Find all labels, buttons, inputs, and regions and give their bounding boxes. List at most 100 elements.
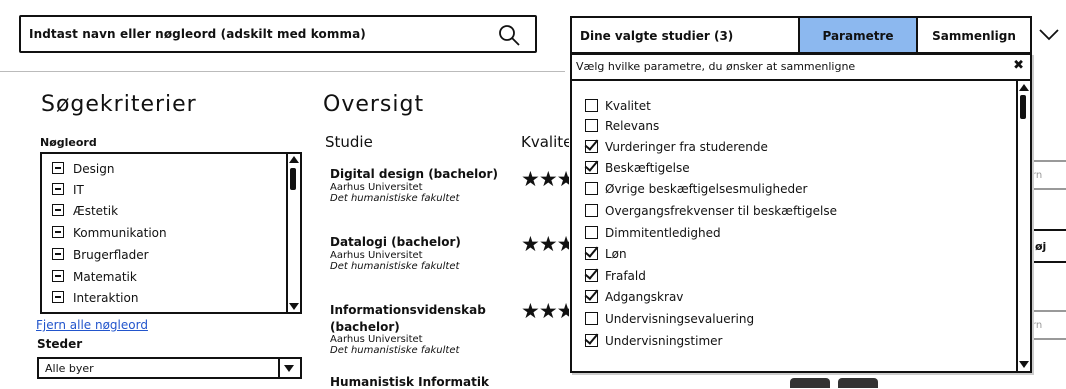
parameter-option[interactable]: Vurderinger fra studerende — [585, 140, 768, 160]
side-button-label: rn — [1032, 170, 1043, 181]
checkbox-icon[interactable] — [585, 226, 598, 239]
keyword-label: Matematik — [73, 270, 137, 284]
keyword-item[interactable]: IT — [52, 183, 84, 203]
checkbox-icon[interactable] — [585, 140, 598, 153]
parameter-option[interactable]: Adgangskrav — [585, 290, 683, 310]
star-rating: ★★★ — [521, 299, 569, 323]
search-criteria-title: Søgekriterier — [41, 92, 197, 117]
study-university: Aarhus Universitet — [330, 250, 423, 261]
parameter-option[interactable]: Overgangsfrekvenser til beskæftigelse — [585, 204, 837, 224]
study-faculty: Det humanistiske fakultet — [330, 193, 460, 204]
keyword-item[interactable]: Kommunikation — [52, 226, 167, 246]
star-rating: ★★★ — [521, 232, 569, 256]
parameter-label: Løn — [605, 247, 627, 261]
overview-title: Oversigt — [323, 92, 425, 117]
parameter-option[interactable]: Dimmitentledighed — [585, 226, 721, 246]
parameter-option[interactable]: Kvalitet — [585, 99, 651, 119]
keywords-list[interactable]: Design IT Æstetik Kommunikation Brugerfl… — [40, 152, 302, 314]
checkbox-icon[interactable] — [585, 99, 598, 112]
parameter-option[interactable]: Relevans — [585, 119, 659, 139]
keyword-item[interactable]: Matematik — [52, 270, 137, 290]
parameter-option[interactable]: Undervisningstimer — [585, 334, 722, 354]
minus-icon[interactable] — [52, 291, 64, 303]
parameter-label: Dimmitentledighed — [605, 226, 721, 240]
side-button-label: øj — [1035, 240, 1047, 253]
minus-icon[interactable] — [52, 226, 64, 238]
scroll-thumb[interactable] — [290, 168, 296, 190]
study-title[interactable]: Digital design (bachelor) — [330, 167, 498, 181]
parameter-option[interactable]: Frafald — [585, 269, 646, 289]
selected-studies-label: Dine valgte studier (3) — [580, 29, 734, 43]
study-title[interactable]: Datalogi (bachelor) — [330, 235, 461, 249]
keyword-label: IT — [73, 183, 84, 197]
selected-studies-field[interactable]: Dine valgte studier (3) — [570, 16, 800, 54]
checkbox-icon[interactable] — [585, 334, 598, 347]
close-icon[interactable]: ✖ — [1013, 58, 1024, 73]
keyword-item[interactable]: Brugerflader — [52, 248, 149, 268]
parameters-button-label: Parametre — [822, 29, 894, 43]
keyword-label: Design — [73, 162, 115, 176]
minus-icon[interactable] — [52, 204, 64, 216]
parameters-dropdown[interactable]: Vælg hvilke parametre, du ønsker at samm… — [570, 53, 1032, 373]
parameter-label: Beskæftigelse — [605, 161, 690, 175]
checkbox-icon[interactable] — [585, 247, 598, 260]
parameters-scrollbar[interactable] — [1016, 81, 1030, 371]
minus-icon[interactable] — [52, 248, 64, 260]
parameter-label: Overgangsfrekvenser til beskæftigelse — [605, 204, 837, 218]
study-title[interactable]: Humanistisk Informatik — [330, 375, 489, 389]
study-faculty: Det humanistiske fakultet — [330, 261, 460, 272]
checkbox-icon[interactable] — [585, 182, 598, 195]
parameter-label: Adgangskrav — [605, 290, 684, 304]
checkbox-icon[interactable] — [585, 290, 598, 303]
city-select-value: Alle byer — [45, 362, 94, 375]
parameters-dropdown-header: Vælg hvilke parametre, du ønsker at samm… — [572, 55, 1030, 81]
header-divider — [0, 71, 565, 72]
checkbox-icon[interactable] — [585, 269, 598, 282]
study-university: Aarhus Universitet — [330, 182, 423, 193]
parameter-label: Øvrige beskæftigelsesmuligheder — [605, 182, 808, 196]
minus-icon[interactable] — [52, 162, 64, 174]
parameters-dropdown-title: Vælg hvilke parametre, du ønsker at samm… — [576, 60, 856, 73]
checkbox-icon[interactable] — [585, 312, 598, 325]
parameters-list[interactable]: Kvalitet Relevans Vurderinger fra studeren… — [572, 81, 1030, 371]
keyword-item[interactable]: Interaktion — [52, 291, 138, 311]
compare-button[interactable]: Sammenlign — [916, 16, 1032, 54]
keywords-scrollbar[interactable] — [286, 154, 300, 312]
scroll-down-icon[interactable] — [289, 303, 299, 310]
keyword-item[interactable]: Æstetik — [52, 204, 118, 224]
chevron-down-icon — [284, 365, 294, 372]
keyword-item[interactable]: Design — [52, 162, 114, 182]
keyword-label: Interaktion — [73, 291, 139, 305]
study-university: Aarhus Universitet — [330, 334, 423, 345]
keywords-label: Nøgleord — [40, 136, 97, 149]
search-placeholder: Indtast navn eller nøgleord (adskilt med… — [29, 27, 366, 41]
search-input[interactable]: Indtast navn eller nøgleord (adskilt med… — [19, 15, 537, 53]
keyword-label: Brugerflader — [73, 248, 149, 262]
scroll-up-icon[interactable] — [1019, 84, 1029, 91]
study-title-line2[interactable]: (bachelor) — [330, 320, 400, 334]
study-title[interactable]: Informationsvidenskab — [330, 303, 486, 317]
scroll-down-icon[interactable] — [1019, 361, 1029, 368]
city-select[interactable]: Alle byer — [37, 357, 302, 379]
parameter-option[interactable]: Løn — [585, 247, 627, 267]
minus-icon[interactable] — [52, 183, 64, 195]
parameters-button[interactable]: Parametre — [798, 16, 918, 54]
checkbox-icon[interactable] — [585, 204, 598, 217]
city-dropdown-button[interactable] — [278, 359, 300, 377]
parameter-option[interactable]: Øvrige beskæftigelsesmuligheder — [585, 182, 807, 202]
sketch-mark — [790, 378, 830, 388]
star-rating: ★★★ — [521, 167, 569, 191]
parameter-option[interactable]: Beskæftigelse — [585, 161, 690, 181]
compare-button-label: Sammenlign — [932, 29, 1016, 43]
parameter-option[interactable]: Undervisningsevaluering — [585, 312, 754, 332]
checkbox-icon[interactable] — [585, 119, 598, 132]
checkbox-icon[interactable] — [585, 161, 598, 174]
scroll-thumb[interactable] — [1020, 95, 1026, 119]
minus-icon[interactable] — [52, 270, 64, 282]
chevron-down-icon[interactable] — [1034, 22, 1064, 46]
study-faculty: Det humanistiske fakultet — [330, 345, 460, 356]
clear-keywords-link[interactable]: Fjern alle nøgleord — [36, 318, 148, 332]
scroll-up-icon[interactable] — [289, 156, 299, 163]
search-icon[interactable] — [497, 23, 521, 47]
parameter-label: Kvalitet — [605, 99, 651, 113]
